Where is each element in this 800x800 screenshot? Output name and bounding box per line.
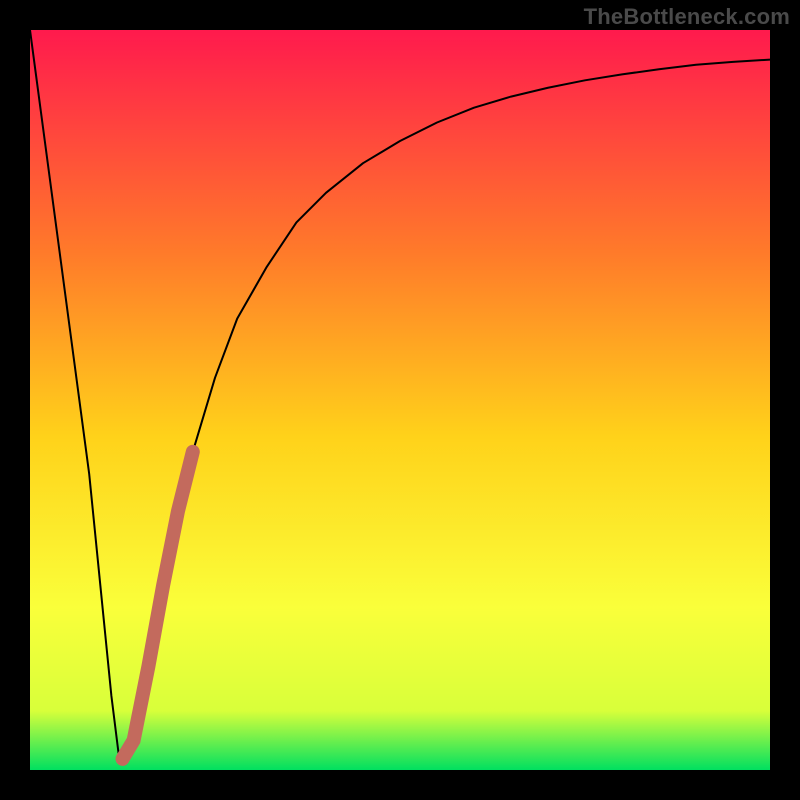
chart-frame: TheBottleneck.com [0, 0, 800, 800]
bottleneck-chart [30, 30, 770, 770]
watermark-text: TheBottleneck.com [584, 4, 790, 30]
